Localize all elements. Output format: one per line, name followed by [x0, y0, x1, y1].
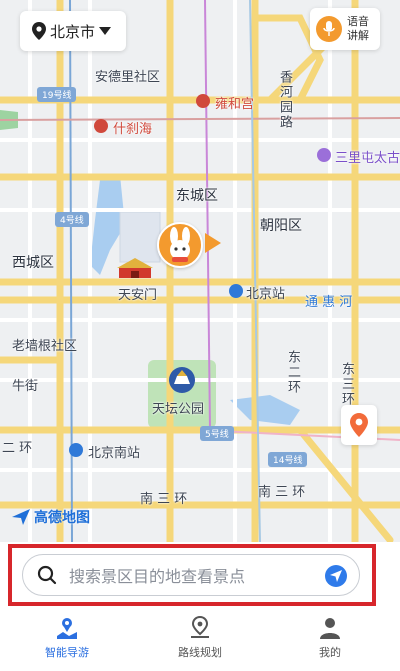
map-label: 安德里社区	[95, 70, 161, 85]
locate-button[interactable]	[341, 405, 377, 445]
caret-down-icon	[99, 27, 112, 35]
map-label: 什刹海	[113, 122, 153, 137]
microphone-icon	[316, 16, 342, 42]
navigate-button[interactable]	[325, 565, 347, 587]
search-icon	[37, 565, 57, 585]
road-label: 东二环	[285, 350, 300, 395]
tab-label: 智能导游	[45, 646, 89, 659]
rabbit-icon	[170, 227, 190, 262]
subway-line-badge: 19号线	[37, 87, 77, 102]
map-label: 南 三 环	[258, 485, 306, 500]
map-base	[0, 0, 400, 542]
city-selector[interactable]: 北京市	[20, 11, 126, 51]
road-label: 东三环	[339, 362, 354, 407]
tiananmen-icon[interactable]	[117, 256, 153, 280]
tab-route-planning[interactable]: 路线规划	[155, 616, 245, 660]
amap-arrow-icon	[12, 509, 30, 525]
location-pin-icon	[32, 22, 46, 40]
temple-of-heaven-icon[interactable]	[168, 364, 196, 394]
mascot-avatar[interactable]	[157, 222, 203, 268]
search-placeholder: 搜索景区目的地查看景点	[69, 567, 246, 586]
map-label: 雍和宫	[215, 97, 255, 112]
sanlitun-marker-icon[interactable]	[317, 148, 331, 162]
map-label: 天坛公园	[152, 402, 205, 417]
voice-guide-label: 语音 讲解	[347, 15, 369, 42]
subway-line-badge: 14号线	[268, 452, 308, 467]
map-label: 老墙根社区	[12, 339, 78, 354]
road-label: 香河园路	[277, 70, 292, 130]
map-label: 北京南站	[88, 446, 141, 461]
navigation-arrow-icon	[330, 570, 342, 582]
route-pin-icon	[191, 616, 209, 638]
search-input[interactable]: 搜索景区目的地查看景点	[22, 554, 360, 596]
subway-line-badge: 5号线	[200, 426, 234, 441]
orange-pin-icon	[350, 413, 368, 437]
voice-guide-button[interactable]: 语音 讲解	[310, 8, 380, 50]
temple-marker-icon[interactable]	[196, 94, 210, 108]
map-label: 西城区	[12, 255, 54, 271]
beijing-station-icon[interactable]	[229, 284, 243, 298]
map-view[interactable]: 安德里社区雍和宫什刹海三里屯太古东城区朝阳区西城区天安门 北京站通 惠 河老墙根社…	[0, 0, 400, 542]
map-label: 三里屯太古	[335, 151, 400, 166]
map-label: 二 环	[2, 441, 33, 456]
shichahai-marker-icon[interactable]	[94, 119, 108, 133]
map-label: 天安门	[118, 288, 158, 303]
amap-logo-text: 高德地图	[34, 510, 90, 526]
map-label: 东城区	[176, 188, 218, 204]
tab-mine[interactable]: 我的	[285, 616, 375, 660]
map-label: 通 惠 河	[305, 295, 353, 310]
map-label: 北京站	[246, 287, 286, 302]
map-guide-icon	[57, 618, 77, 639]
map-label: 南 三 环	[140, 492, 188, 507]
tab-smart-guide[interactable]: 智能导游	[22, 616, 112, 660]
bottom-tab-bar: 智能导游 路线规划 我的	[0, 612, 400, 671]
beijing-south-station-icon[interactable]	[69, 443, 83, 457]
city-name: 北京市	[50, 22, 96, 41]
tab-label: 路线规划	[178, 646, 222, 659]
amap-logo: 高德地图	[12, 507, 90, 527]
tab-label: 我的	[319, 646, 341, 659]
play-arrow-icon[interactable]	[205, 233, 221, 253]
map-label: 牛街	[12, 379, 39, 394]
subway-line-badge: 4号线	[55, 212, 89, 227]
map-label: 朝阳区	[260, 218, 302, 234]
user-icon	[320, 618, 340, 639]
